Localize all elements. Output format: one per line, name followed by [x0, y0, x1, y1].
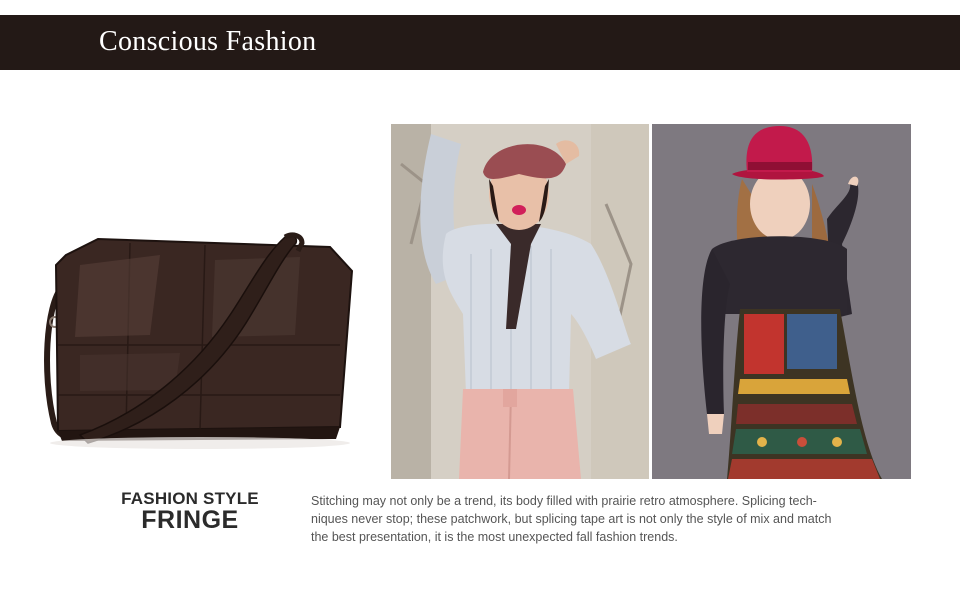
description-text: Stitching may not only be a trend, its b…: [311, 492, 896, 546]
description-line: Stitching may not only be a trend, its b…: [311, 494, 817, 508]
description-line: the best presentation, it is the most un…: [311, 530, 678, 544]
model-photo-striped-shirt: [391, 124, 649, 479]
bag-product-image: [40, 225, 360, 455]
description-line: niques never stop; these patchwork, but …: [311, 512, 832, 526]
model-photo-fedora-dress: [652, 124, 911, 479]
fashion-style-heading: FASHION STYLE FRINGE: [114, 490, 266, 533]
heading-line-2: FRINGE: [141, 506, 239, 534]
page-title: Conscious Fashion: [99, 26, 317, 57]
heading-line-1: FASHION STYLE: [121, 489, 259, 508]
